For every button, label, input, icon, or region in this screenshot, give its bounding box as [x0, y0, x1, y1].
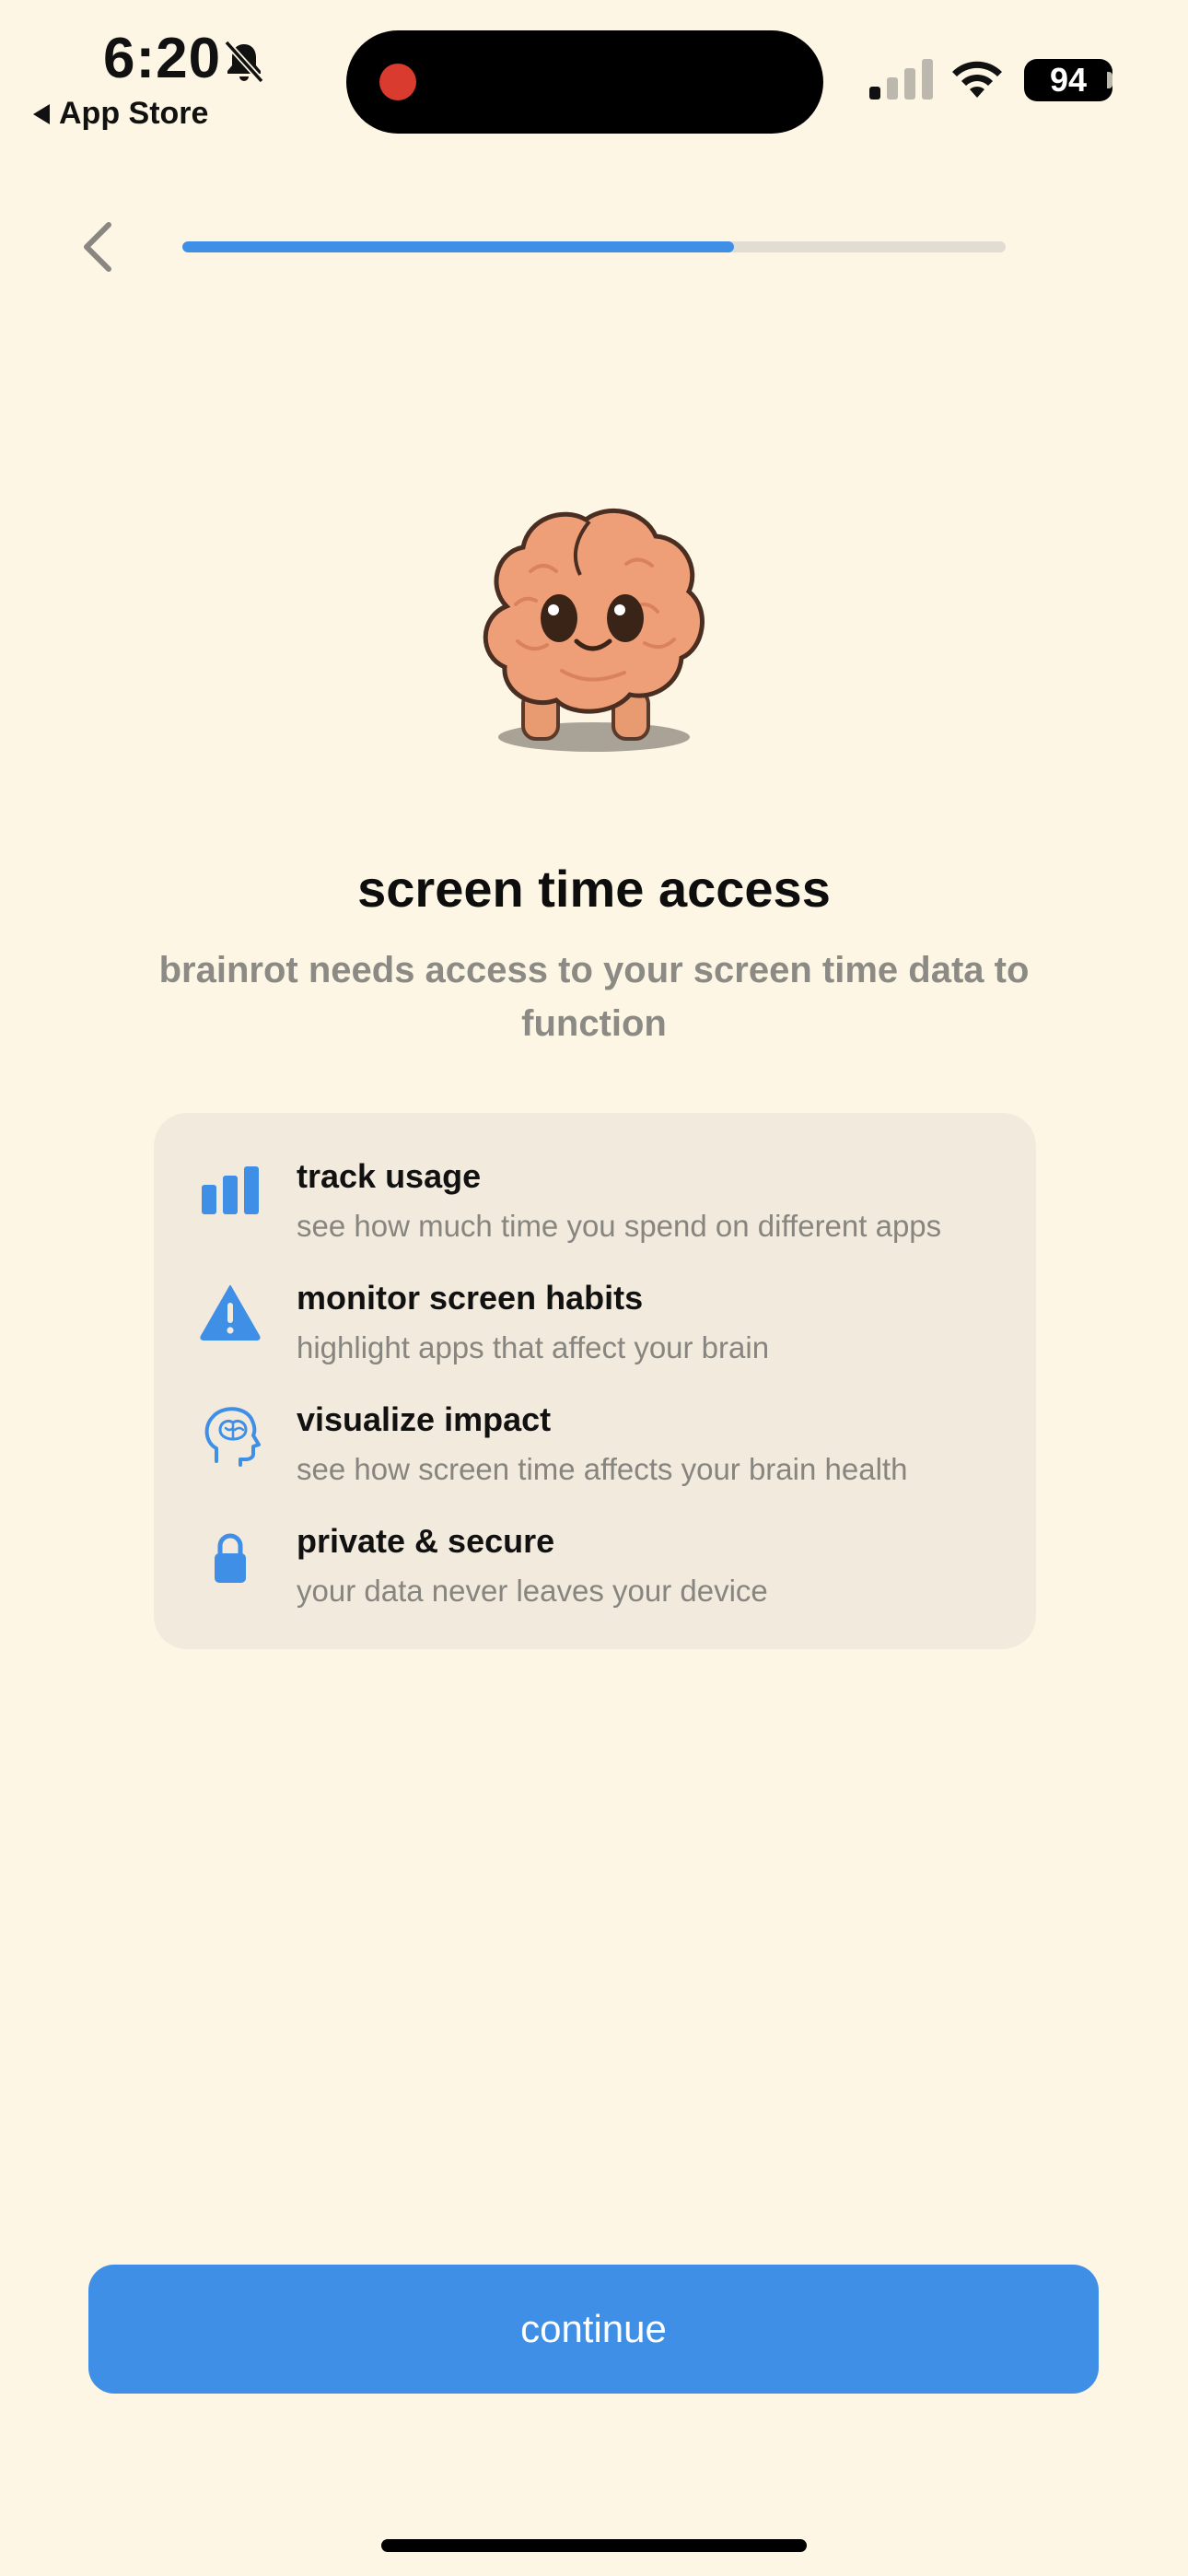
battery-nub	[1107, 72, 1112, 88]
wifi-icon	[952, 61, 1002, 98]
feature-title: track usage	[297, 1157, 482, 1195]
warning-icon	[200, 1285, 261, 1341]
battery-icon: 94	[1024, 59, 1112, 101]
back-to-app-store[interactable]: App Store	[33, 96, 208, 132]
lock-icon	[215, 1533, 246, 1583]
dynamic-island	[346, 30, 823, 134]
back-chevron-icon[interactable]	[76, 217, 122, 276]
onboarding-screen: 6:20 App Store 94 screen time access bra…	[0, 0, 1188, 2576]
onboarding-progress-bar	[182, 241, 1006, 252]
continue-button[interactable]: continue	[88, 2265, 1099, 2394]
feature-description: see how screen time affects your brain h…	[297, 1452, 908, 1486]
signal-icon	[869, 59, 933, 100]
feature-description: see how much time you spend on different…	[297, 1209, 942, 1243]
page-title: screen time access	[357, 860, 831, 918]
bell-off-icon	[224, 40, 264, 84]
feature-track-usage: track usage see how much time you spend …	[154, 1157, 1036, 1259]
feature-description: your data never leaves your device	[297, 1574, 768, 1608]
home-indicator[interactable]	[381, 2539, 807, 2552]
feature-title: monitor screen habits	[297, 1279, 644, 1317]
recording-indicator-icon	[379, 64, 416, 100]
feature-private-secure: private & secure your data never leaves …	[154, 1522, 1036, 1623]
feature-monitor-habits: monitor screen habits highlight apps tha…	[154, 1279, 1036, 1380]
feature-title: private & secure	[297, 1522, 555, 1560]
page-subtitle: brainrot needs access to your screen tim…	[158, 950, 1030, 1044]
bar-chart-icon	[202, 1166, 259, 1214]
feature-visualize-impact: visualize impact see how screen time aff…	[154, 1400, 1036, 1502]
permissions-feature-card: track usage see how much time you spend …	[154, 1113, 1036, 1649]
back-app-label: App Store	[59, 96, 209, 131]
progress-fill	[182, 241, 734, 252]
status-time: 6:20	[103, 27, 222, 90]
back-triangle-icon	[33, 103, 50, 124]
feature-title: visualize impact	[297, 1400, 552, 1438]
feature-description: highlight apps that affect your brain	[297, 1330, 770, 1364]
head-brain-icon	[204, 1407, 261, 1467]
brain-mascot-icon	[483, 508, 705, 752]
